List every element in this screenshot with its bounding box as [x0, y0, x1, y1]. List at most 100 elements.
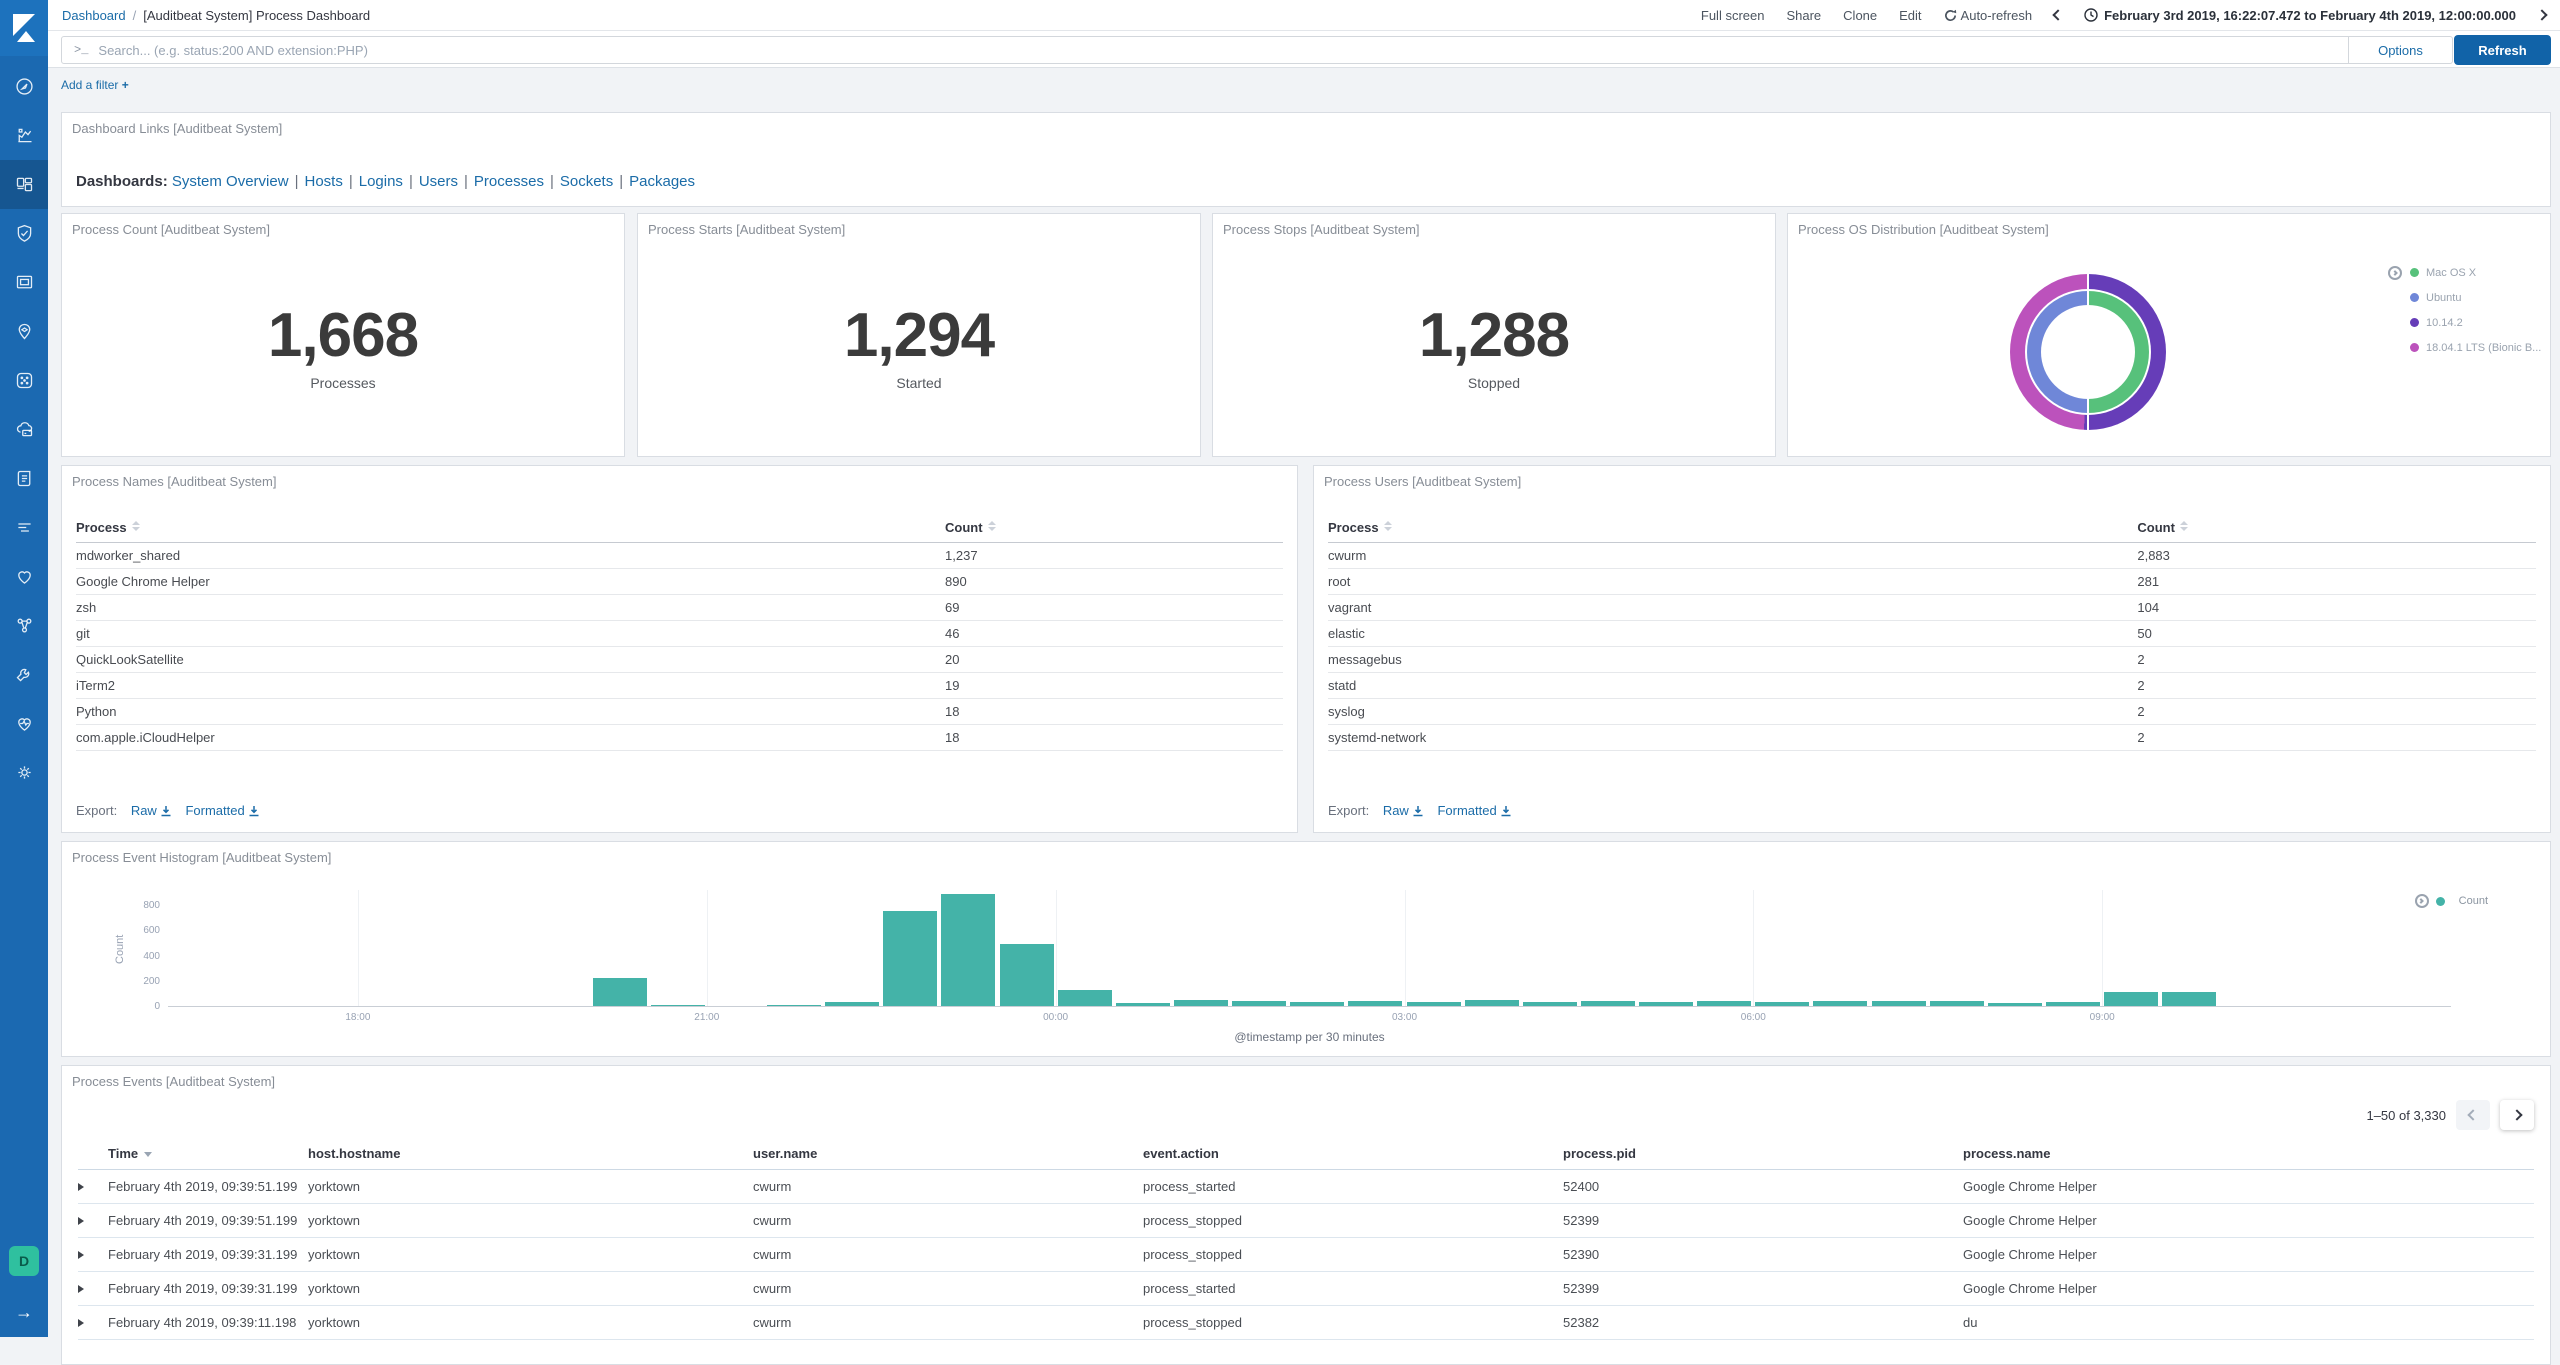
dashboard-link-logins[interactable]: Logins	[359, 173, 403, 190]
table-row: com.apple.iCloudHelper 18	[76, 724, 1283, 751]
dashboard-link-users[interactable]: Users	[419, 173, 458, 190]
histogram-bar[interactable]	[2104, 991, 2159, 1006]
edit-button[interactable]: Edit	[1899, 8, 1921, 23]
add-filter-button[interactable]: Add a filter +	[61, 78, 129, 92]
search-input[interactable]	[98, 42, 2348, 58]
table-cell: git	[76, 620, 946, 647]
os-distribution-panel: Process OS Distribution [Auditbeat Syste…	[1787, 213, 2551, 457]
clone-button[interactable]: Clone	[1843, 8, 1877, 23]
event-cell: February 4th 2019, 09:39:31.199	[108, 1237, 308, 1272]
sidebar-item-uptime[interactable]	[0, 552, 48, 601]
dashboard-link-processes[interactable]: Processes	[474, 173, 544, 190]
column-header-process-pid[interactable]: process.pid	[1563, 1138, 1963, 1170]
column-header-process-name[interactable]: process.name	[1963, 1138, 2534, 1170]
legend-toggle-icon[interactable]	[2414, 894, 2429, 908]
legend-item[interactable]: Ubuntu	[2388, 285, 2541, 310]
x-axis-line	[168, 1006, 2451, 1007]
expand-sidebar-icon[interactable]: →	[15, 1302, 33, 1323]
sidebar-item-monitoring[interactable]	[0, 699, 48, 748]
histogram-bar[interactable]	[592, 978, 647, 1006]
export-raw-link[interactable]: Raw	[131, 803, 172, 818]
dashboard-link-system-overview[interactable]: System Overview	[172, 173, 289, 190]
dashboard-link-packages[interactable]: Packages	[629, 173, 695, 190]
breadcrumb-separator: /	[132, 7, 137, 23]
panel-title: Process Stops [Auditbeat System]	[1223, 222, 1420, 237]
table-cell: com.apple.iCloudHelper	[76, 724, 946, 751]
sidebar-item-infrastructure[interactable]	[0, 405, 48, 454]
sidebar-item-dashboard[interactable]	[0, 160, 48, 209]
sidebar-item-graph[interactable]	[0, 601, 48, 650]
table-cell: iTerm2	[76, 672, 946, 699]
space-badge[interactable]: D	[9, 1246, 39, 1276]
event-row: February 4th 2019, 09:39:51.199 yorktown c…	[78, 1203, 2534, 1238]
legend-item[interactable]: Mac OS X	[2388, 260, 2541, 285]
sidebar-item-dev-tools[interactable]	[0, 650, 48, 699]
full-screen-button[interactable]: Full screen	[1701, 8, 1765, 23]
kibana-logo[interactable]	[0, 0, 48, 56]
table-cell: 281	[2137, 568, 2536, 595]
sidebar-item-apm[interactable]	[0, 503, 48, 552]
event-cell: February 4th 2019, 09:39:11.198	[108, 1305, 308, 1340]
expand-column-header	[78, 1138, 108, 1170]
table-row: systemd-network 2	[1328, 724, 2536, 751]
column-header-event-action[interactable]: event.action	[1143, 1138, 1563, 1170]
dashboard-link-sockets[interactable]: Sockets	[560, 173, 613, 190]
sidebar-item-logs[interactable]	[0, 454, 48, 503]
export-formatted-link[interactable]: Formatted	[1437, 803, 1511, 818]
legend-item[interactable]: 18.04.1 LTS (Bionic B...	[2388, 335, 2541, 360]
table-cell: statd	[1328, 672, 2138, 699]
expand-row-icon[interactable]	[78, 1319, 84, 1327]
dashboard-link-hosts[interactable]: Hosts	[304, 173, 342, 190]
sidebar-item-management[interactable]	[0, 748, 48, 797]
sidebar-item-timelion[interactable]	[0, 209, 48, 258]
histogram-bar[interactable]	[999, 944, 1054, 1006]
pagination-label: 1–50 of 3,330	[2366, 1107, 2446, 1123]
export-raw-link[interactable]: Raw	[1383, 803, 1424, 818]
expand-row-icon[interactable]	[78, 1217, 84, 1225]
histogram-bar[interactable]	[2162, 992, 2217, 1006]
column-header-time[interactable]: Time	[108, 1138, 308, 1170]
column-header-user-name[interactable]: user.name	[753, 1138, 1143, 1170]
export-formatted-link[interactable]: Formatted	[185, 803, 259, 818]
expand-row-icon[interactable]	[78, 1183, 84, 1191]
sidebar-item-machine-learning[interactable]	[0, 356, 48, 405]
y-tick-label: 800	[143, 900, 160, 912]
histogram-bar[interactable]	[1057, 989, 1112, 1006]
sidebar-item-canvas[interactable]	[0, 258, 48, 307]
next-page-button[interactable]	[2500, 1100, 2534, 1130]
time-back-button[interactable]	[2052, 9, 2064, 21]
time-forward-button[interactable]	[2536, 9, 2548, 21]
table-cell: 46	[945, 620, 1283, 647]
column-header-count[interactable]: Count	[945, 514, 1283, 543]
sidebar-item-maps[interactable]	[0, 307, 48, 356]
table-cell: 890	[945, 568, 1283, 595]
sidebar-item-discover[interactable]	[0, 62, 48, 111]
top-bar: Dashboard / [Auditbeat System] Process D…	[48, 0, 2560, 31]
expand-row-icon[interactable]	[78, 1285, 84, 1293]
query-options-button[interactable]: Options	[2348, 37, 2452, 63]
column-header-process[interactable]: Process	[76, 514, 946, 543]
column-header-count[interactable]: Count	[2137, 514, 2536, 543]
legend-label: Mac OS X	[2426, 266, 2477, 279]
x-tick-label: 06:00	[1740, 1012, 1766, 1023]
time-range-picker[interactable]: February 3rd 2019, 16:22:07.472 to Febru…	[2084, 8, 2516, 23]
histogram-bar[interactable]	[941, 893, 996, 1006]
legend-toggle-icon[interactable]	[2388, 265, 2402, 280]
legend-item[interactable]: 10.14.2	[2388, 310, 2541, 335]
previous-page-button[interactable]	[2456, 1100, 2490, 1130]
event-cell: process_stopped	[1143, 1203, 1563, 1238]
sort-icon	[987, 521, 996, 531]
column-header-process[interactable]: Process	[1328, 514, 2138, 543]
sidebar-item-visualize[interactable]	[0, 111, 48, 160]
breadcrumb-dashboard-link[interactable]: Dashboard	[62, 8, 126, 23]
auto-refresh-button[interactable]: Auto-refresh	[1944, 8, 2032, 23]
share-button[interactable]: Share	[1786, 8, 1821, 23]
table-row: elastic 50	[1328, 620, 2536, 647]
histogram-bar[interactable]	[883, 910, 938, 1006]
column-header-host-hostname[interactable]: host.hostname	[308, 1138, 753, 1170]
expand-row-icon[interactable]	[78, 1251, 84, 1259]
table-cell: 2,883	[2137, 542, 2536, 569]
event-cell: cwurm	[753, 1271, 1143, 1306]
event-cell: yorktown	[308, 1271, 753, 1306]
refresh-button[interactable]: Refresh	[2454, 35, 2551, 65]
